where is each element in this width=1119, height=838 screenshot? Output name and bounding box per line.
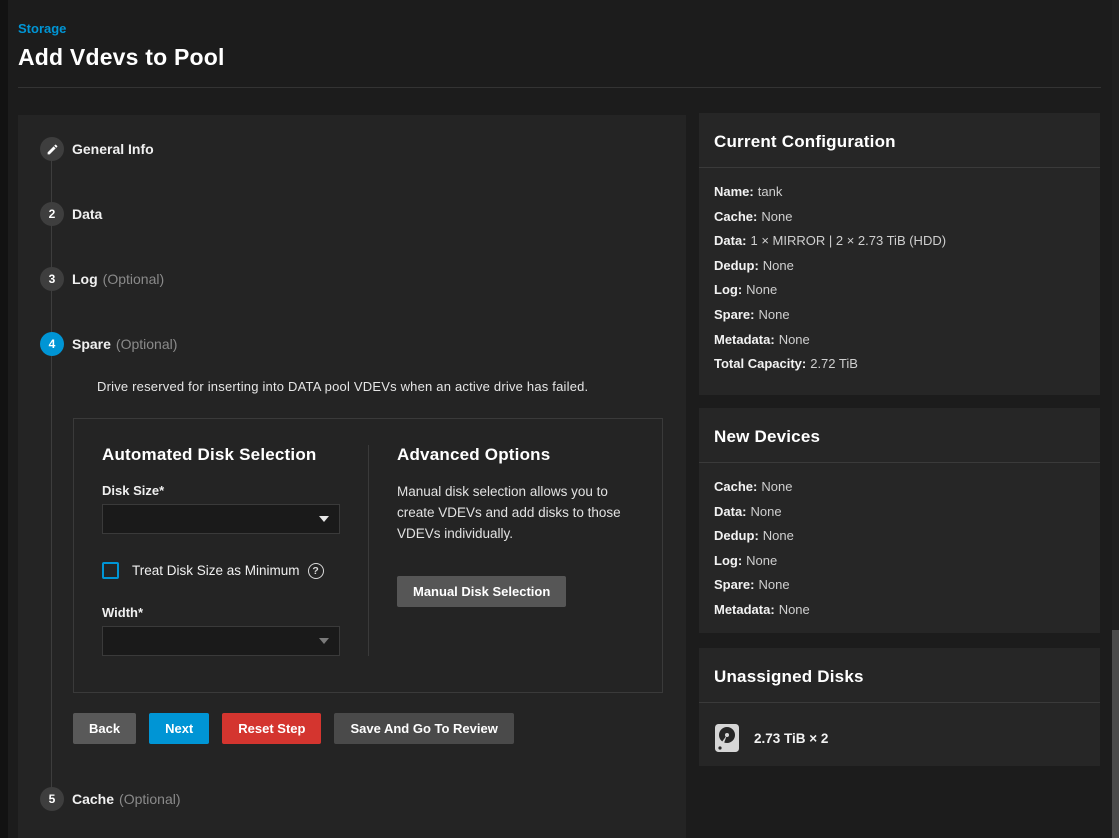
disk-size-select[interactable] [102,504,340,534]
advanced-description: Manual disk selection allows you to crea… [397,481,634,544]
new-device-item-log: Log:None [714,549,1085,574]
step-label: Cache [72,791,114,807]
step-optional-label: (Optional) [119,791,180,807]
step-circle-completed [40,137,64,161]
new-device-item-dedup: Dedup:None [714,524,1085,549]
step-label: Spare [72,336,111,352]
wizard-card: General Info 2 Data 3 Log (Optional) 4 S… [18,115,686,838]
reset-step-button[interactable]: Reset Step [222,713,321,744]
new-device-item-spare: Spare:None [714,573,1085,598]
breadcrumb-storage-link[interactable]: Storage [18,21,66,36]
back-button[interactable]: Back [73,713,136,744]
config-item-log: Log:None [714,278,1085,303]
next-button[interactable]: Next [149,713,209,744]
config-item-spare: Spare:None [714,303,1085,328]
config-item-dedup: Dedup:None [714,254,1085,279]
config-item-metadata: Metadata:None [714,328,1085,353]
advanced-options-section: Advanced Options Manual disk selection a… [369,445,662,656]
unassigned-disks-panel: Unassigned Disks 2.73 TiB × 2 [699,648,1100,766]
step-label: General Info [72,141,154,157]
new-device-item-metadata: Metadata:None [714,598,1085,623]
chevron-down-icon [319,638,329,644]
help-icon[interactable]: ? [308,563,324,579]
chevron-down-icon [319,516,329,522]
step-circle: 2 [40,202,64,226]
width-label: Width* [102,605,340,620]
width-select[interactable] [102,626,340,656]
step-circle: 3 [40,267,64,291]
advanced-section-title: Advanced Options [397,445,634,465]
unassigned-disk-row: 2.73 TiB × 2 [714,715,1085,759]
config-item-total-capacity: Total Capacity:2.72 TiB [714,352,1085,377]
current-configuration-title: Current Configuration [714,132,896,151]
stepper-step-data[interactable]: 2 Data [40,202,664,226]
config-item-name: Name:tank [714,180,1085,205]
new-devices-panel: New Devices Cache:None Data:None Dedup:N… [699,408,1100,633]
summary-sidebar: Current Configuration Name:tank Cache:No… [699,113,1100,779]
automated-disk-selection-section: Automated Disk Selection Disk Size* Trea… [74,445,369,656]
disk-selection-card: Automated Disk Selection Disk Size* Trea… [73,418,663,693]
page-title: Add Vdevs to Pool [18,44,1101,71]
scrollbar-thumb[interactable] [1112,630,1119,838]
save-and-review-button[interactable]: Save And Go To Review [334,713,513,744]
stepper-step-spare[interactable]: 4 Spare (Optional) [40,332,664,356]
stepper-step-general-info[interactable]: General Info [40,137,664,161]
automated-section-title: Automated Disk Selection [102,445,340,465]
treat-disk-size-label: Treat Disk Size as Minimum [132,563,300,578]
step-circle: 5 [40,787,64,811]
step-label: Log [72,271,98,287]
spare-step-description: Drive reserved for inserting into DATA p… [97,379,664,394]
manual-disk-selection-button[interactable]: Manual Disk Selection [397,576,566,607]
step-optional-label: (Optional) [116,336,177,352]
treat-disk-size-checkbox[interactable] [102,562,119,579]
stepper-step-cache[interactable]: 5 Cache (Optional) [40,787,664,811]
stepper-step-log[interactable]: 3 Log (Optional) [40,267,664,291]
unassigned-disks-title: Unassigned Disks [714,667,864,686]
stepper-connector-line [51,149,52,798]
scrollbar-track[interactable] [1112,0,1119,838]
current-configuration-panel: Current Configuration Name:tank Cache:No… [699,113,1100,395]
step-label: Data [72,206,102,222]
unassigned-disk-summary: 2.73 TiB × 2 [754,731,828,746]
new-devices-title: New Devices [714,427,820,446]
wizard-actions: Back Next Reset Step Save And Go To Revi… [73,713,664,744]
disk-size-label: Disk Size* [102,483,340,498]
hard-disk-icon [714,723,740,753]
edit-icon [46,143,59,156]
config-item-data: Data:1 × MIRROR | 2 × 2.73 TiB (HDD) [714,229,1085,254]
step-optional-label: (Optional) [103,271,164,287]
new-device-item-cache: Cache:None [714,475,1085,500]
page-header: Storage Add Vdevs to Pool [18,0,1101,88]
step-circle-active: 4 [40,332,64,356]
config-item-cache: Cache:None [714,205,1085,230]
nav-rail-edge [0,0,8,838]
new-device-item-data: Data:None [714,500,1085,525]
add-vdevs-page: Storage Add Vdevs to Pool General Info 2… [0,0,1119,838]
treat-disk-size-row: Treat Disk Size as Minimum ? [102,562,340,579]
